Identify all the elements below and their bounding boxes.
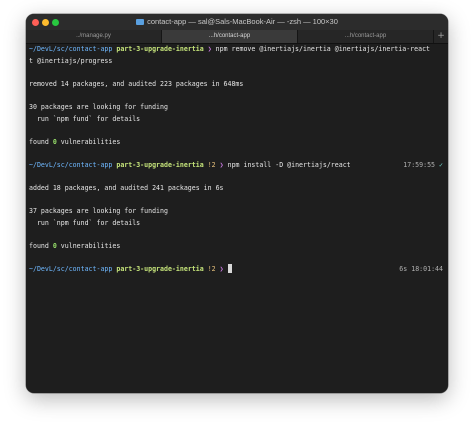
- prompt-arrow: ❯: [219, 265, 224, 274]
- terminal-output[interactable]: ~/DevL/sc/contact-app part-3-upgrade-ine…: [29, 44, 445, 276]
- command-text: npm install -D @inertiajs/react: [227, 160, 351, 169]
- git-dirty-status: !2: [207, 265, 216, 274]
- terminal-window: contact-app — sal@Sals-MacBook-Air — -zs…: [26, 14, 448, 393]
- prompt-path: ~/DevL/sc/contact-app: [29, 265, 113, 274]
- title-bar: contact-app — sal@Sals-MacBook-Air — -zs…: [26, 14, 448, 30]
- folder-icon: [136, 19, 145, 25]
- new-tab-button[interactable]: +: [434, 30, 448, 43]
- prompt-line: ~/DevL/sc/contact-app part-3-upgrade-ine…: [29, 160, 445, 172]
- prompt-arrow: ❯: [207, 45, 212, 53]
- output-line: 37 packages are looking for funding: [29, 207, 168, 216]
- command-wrap-line: t @inertiajs/progress: [29, 56, 113, 65]
- tab-bar: ../manage.py ...h/contact-app ...h/conta…: [26, 30, 448, 44]
- tab-contact-app[interactable]: ...h/contact-app: [298, 30, 434, 43]
- git-dirty-status: !2: [207, 160, 216, 169]
- prompt-branch: part-3-upgrade-inertia: [116, 265, 204, 274]
- prompt-branch: part-3-upgrade-inertia: [116, 160, 204, 169]
- prompt-line: ~/DevL/sc/contact-app part-3-upgrade-ine…: [29, 44, 445, 56]
- output-line: removed 14 packages, and audited 223 pac…: [29, 79, 244, 88]
- tab-contact-app-active[interactable]: ...h/contact-app: [162, 30, 298, 43]
- tab-manage-py[interactable]: ../manage.py: [26, 30, 162, 43]
- command-duration: 6s: [399, 265, 408, 274]
- prompt-time: 18:01:44: [411, 265, 443, 274]
- prompt-arrow: ❯: [219, 160, 224, 169]
- text-cursor[interactable]: [227, 264, 232, 274]
- output-line: added 18 packages, and audited 241 packa…: [29, 184, 224, 193]
- window-title: contact-app — sal@Sals-MacBook-Air — -zs…: [26, 17, 448, 26]
- output-line: 30 packages are looking for funding: [29, 102, 168, 111]
- prompt-line: ~/DevL/sc/contact-app part-3-upgrade-ine…: [29, 264, 445, 276]
- output-line: found 0 vulnerabilities: [29, 137, 121, 146]
- prompt-path: ~/DevL/sc/contact-app: [29, 45, 113, 53]
- check-icon: ✓: [439, 160, 443, 169]
- output-line: found 0 vulnerabilities: [29, 242, 121, 251]
- output-line: run `npm fund` for details: [29, 114, 141, 123]
- prompt-path: ~/DevL/sc/contact-app: [29, 160, 113, 169]
- prompt-time: 17:59:55: [403, 160, 436, 169]
- command-text: npm remove @inertiajs/inertia @inertiajs…: [215, 45, 431, 53]
- output-line: run `npm fund` for details: [29, 218, 141, 227]
- prompt-branch: part-3-upgrade-inertia: [116, 45, 204, 53]
